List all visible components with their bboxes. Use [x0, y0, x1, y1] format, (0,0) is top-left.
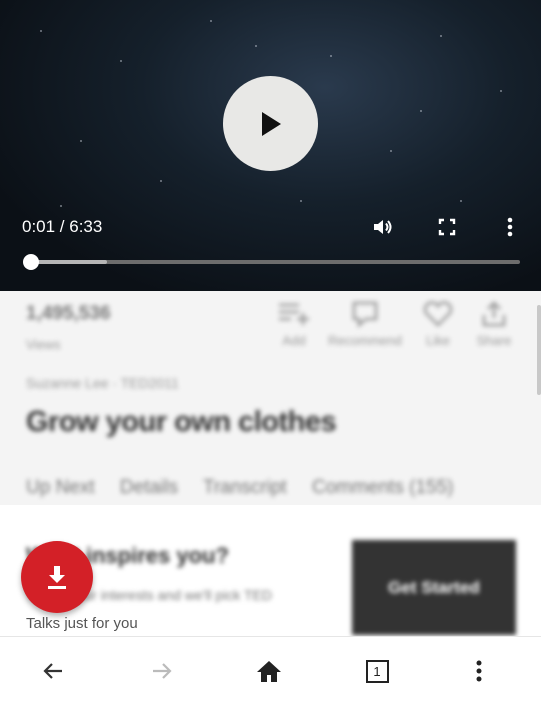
player-more-button[interactable]	[497, 214, 523, 240]
talk-title: Grow your own clothes	[26, 406, 337, 438]
scrollbar[interactable]	[537, 305, 541, 395]
time-display: 0:01 / 6:33	[22, 217, 103, 236]
recommend-icon	[352, 301, 378, 328]
heart-icon	[423, 301, 453, 327]
play-icon	[261, 111, 281, 136]
tab-count-icon: 1	[365, 659, 389, 683]
tab-details[interactable]: Details	[120, 477, 178, 498]
speaker-event: Suzanne Lee · TED2011	[26, 375, 179, 391]
recommend-button[interactable]: Recommend	[324, 299, 406, 348]
tab-count: 1	[373, 663, 381, 679]
fullscreen-icon	[438, 218, 456, 236]
more-vert-icon	[507, 217, 513, 237]
arrow-back-icon	[43, 663, 62, 679]
arrow-forward-icon	[153, 663, 172, 679]
share-icon	[482, 301, 506, 327]
promo-description-2: Talks just for you	[26, 615, 138, 632]
tab-comments[interactable]: Comments (155)	[312, 477, 454, 498]
progress-handle[interactable]	[22, 254, 39, 270]
back-button[interactable]	[31, 649, 75, 693]
get-started-button[interactable]: Get Started	[352, 540, 516, 635]
tab-up-next[interactable]: Up Next	[26, 477, 95, 498]
video-player[interactable]: 0:01 / 6:33	[0, 0, 541, 291]
download-fab[interactable]	[21, 541, 93, 613]
talk-tabs: Up Next Details Transcript Comments (155…	[26, 477, 473, 499]
home-button[interactable]	[247, 649, 291, 693]
like-button[interactable]: Like	[418, 299, 458, 348]
more-vert-icon	[476, 660, 482, 682]
buffered-indicator	[28, 260, 107, 264]
playlist-add-icon	[279, 303, 309, 325]
add-button[interactable]: Add	[272, 299, 316, 348]
volume-button[interactable]	[370, 214, 396, 240]
fullscreen-button[interactable]	[434, 214, 460, 240]
share-button[interactable]: Share	[471, 299, 517, 348]
tabs-button[interactable]: 1	[355, 649, 399, 693]
tab-transcript[interactable]: Transcript	[203, 477, 287, 498]
browser-menu-button[interactable]	[457, 649, 501, 693]
download-icon	[48, 566, 66, 589]
play-button[interactable]	[223, 76, 318, 171]
talk-info-section: 1,495,536 Views Add Recommend Like Share…	[0, 291, 541, 505]
volume-icon	[374, 220, 392, 234]
progress-bar[interactable]	[28, 260, 520, 264]
views-label: Views	[26, 337, 61, 352]
home-icon	[257, 661, 281, 682]
forward-button[interactable]	[140, 649, 184, 693]
browser-nav-bar: 1	[0, 636, 541, 704]
views-count: 1,495,536	[26, 303, 111, 324]
